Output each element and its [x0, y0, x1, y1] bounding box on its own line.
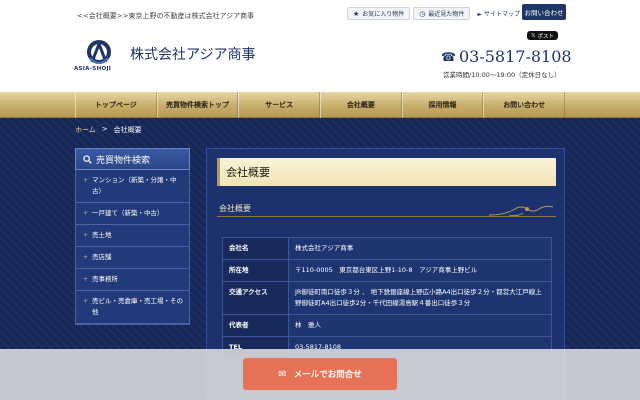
- mail-contact-button[interactable]: ✉ メールでお問合せ: [243, 358, 397, 390]
- row-label: 代表者: [222, 314, 289, 337]
- nav-item-service[interactable]: サービス: [238, 92, 321, 118]
- star-icon: ★: [353, 9, 360, 18]
- sidebar-title: 売買物件検索: [96, 155, 151, 166]
- favorites-button[interactable]: ★ お気に入り物件: [347, 7, 411, 20]
- chevron-right-icon: ►: [477, 11, 483, 18]
- sidebar-list: マンション（新築・分譲・中古） 一戸建て（新築・中古） 売土地 売店舗 売事務所…: [75, 170, 190, 325]
- recent-label: 最近見た物件: [428, 11, 465, 18]
- global-nav: トップページ 売買物件検索トップ サービス 会社概要 採用情報 お問い合わせ: [0, 92, 640, 118]
- breadcrumb-home[interactable]: ホーム: [75, 125, 96, 135]
- row-value: 林 雅人: [288, 314, 552, 337]
- sidebar-header: 売買物件検索: [75, 148, 190, 170]
- breadcrumb: ホーム > 会社概要: [75, 125, 142, 135]
- sidebar-item-store[interactable]: 売店舗: [76, 247, 189, 269]
- clock-icon: ◷: [419, 9, 426, 18]
- x-logo-icon: 𝕏: [531, 32, 536, 39]
- header-utility-links: ★ お気に入り物件 ◷ 最近見た物件 ► サイトマップ: [347, 7, 520, 20]
- table-row: 代表者 林 雅人: [222, 314, 552, 337]
- row-value: JR御徒町南口徒歩３分 、 地下鉄銀座線上野広小路A4出口徒歩２分・都営大江戸線…: [288, 281, 552, 315]
- x-post-button[interactable]: 𝕏 ポスト: [527, 31, 558, 40]
- recent-viewed-button[interactable]: ◷ 最近見た物件: [413, 7, 471, 20]
- site-header: <<会社概要>>東京上野の不動産は株式会社アジア商事 ★ お気に入り物件 ◷ 最…: [0, 0, 640, 92]
- row-label: 所在地: [222, 259, 289, 282]
- phone-number: ☎ 03-5817-8108: [441, 47, 572, 66]
- contact-button[interactable]: お問い合わせ: [522, 4, 566, 20]
- business-hours: 営業時間/10:00〜19:00（定休日なし）: [443, 71, 561, 79]
- search-icon: [83, 154, 92, 164]
- favorites-label: お気に入り物件: [362, 11, 405, 18]
- section-divider: [217, 216, 556, 217]
- page-title: 会社概要: [217, 158, 556, 186]
- nav-item-recruit[interactable]: 採用情報: [401, 92, 484, 118]
- logo-text: ASIA-SHOJI: [74, 66, 112, 72]
- sidebar-item-land[interactable]: 売土地: [76, 225, 189, 247]
- nav-item-search[interactable]: 売買物件検索トップ: [156, 92, 239, 118]
- table-row: 会社名 株式会社アジア商事: [222, 237, 552, 260]
- table-row: 所在地 〒110-0005 東京都台東区上野1-10-8 アジア商事上野ビル: [222, 259, 552, 282]
- nav-item-top[interactable]: トップページ: [75, 92, 157, 118]
- row-value: 〒110-0005 東京都台東区上野1-10-8 アジア商事上野ビル: [288, 259, 552, 282]
- breadcrumb-current: 会社概要: [113, 126, 142, 134]
- sidebar-item-building[interactable]: 売ビル・売倉庫・売工場・その他: [76, 291, 189, 324]
- sitemap-link[interactable]: ► サイトマップ: [477, 9, 520, 18]
- x-post-label: ポスト: [537, 33, 554, 40]
- row-label: 交通アクセス: [222, 281, 289, 315]
- phone-text: 03-5817-8108: [458, 47, 572, 66]
- header-tagline: <<会社概要>>東京上野の不動産は株式会社アジア商事: [77, 12, 255, 20]
- row-label: 会社名: [222, 237, 289, 260]
- phone-icon: ☎: [441, 49, 456, 64]
- sitemap-label: サイトマップ: [483, 11, 520, 18]
- mail-icon: ✉: [278, 368, 287, 380]
- section-title: 会社概要: [219, 204, 251, 213]
- sidebar-item-mansion[interactable]: マンション（新築・分譲・中古）: [76, 170, 189, 203]
- nav-item-company[interactable]: 会社概要: [320, 92, 402, 118]
- sidebar-item-house[interactable]: 一戸建て（新築・中古）: [76, 203, 189, 225]
- sidebar-item-office[interactable]: 売事務所: [76, 269, 189, 291]
- table-row: 交通アクセス JR御徒町南口徒歩３分 、 地下鉄銀座線上野広小路A4出口徒歩２分…: [222, 281, 552, 315]
- row-value: 株式会社アジア商事: [288, 237, 552, 260]
- breadcrumb-separator: >: [101, 125, 108, 133]
- nav-item-contact[interactable]: お問い合わせ: [483, 92, 566, 118]
- company-info-table: 会社名 株式会社アジア商事 所在地 〒110-0005 東京都台東区上野1-10…: [222, 237, 552, 359]
- company-name: 株式会社アジア商事: [130, 47, 256, 63]
- mail-contact-label: メールでお問合せ: [293, 370, 362, 380]
